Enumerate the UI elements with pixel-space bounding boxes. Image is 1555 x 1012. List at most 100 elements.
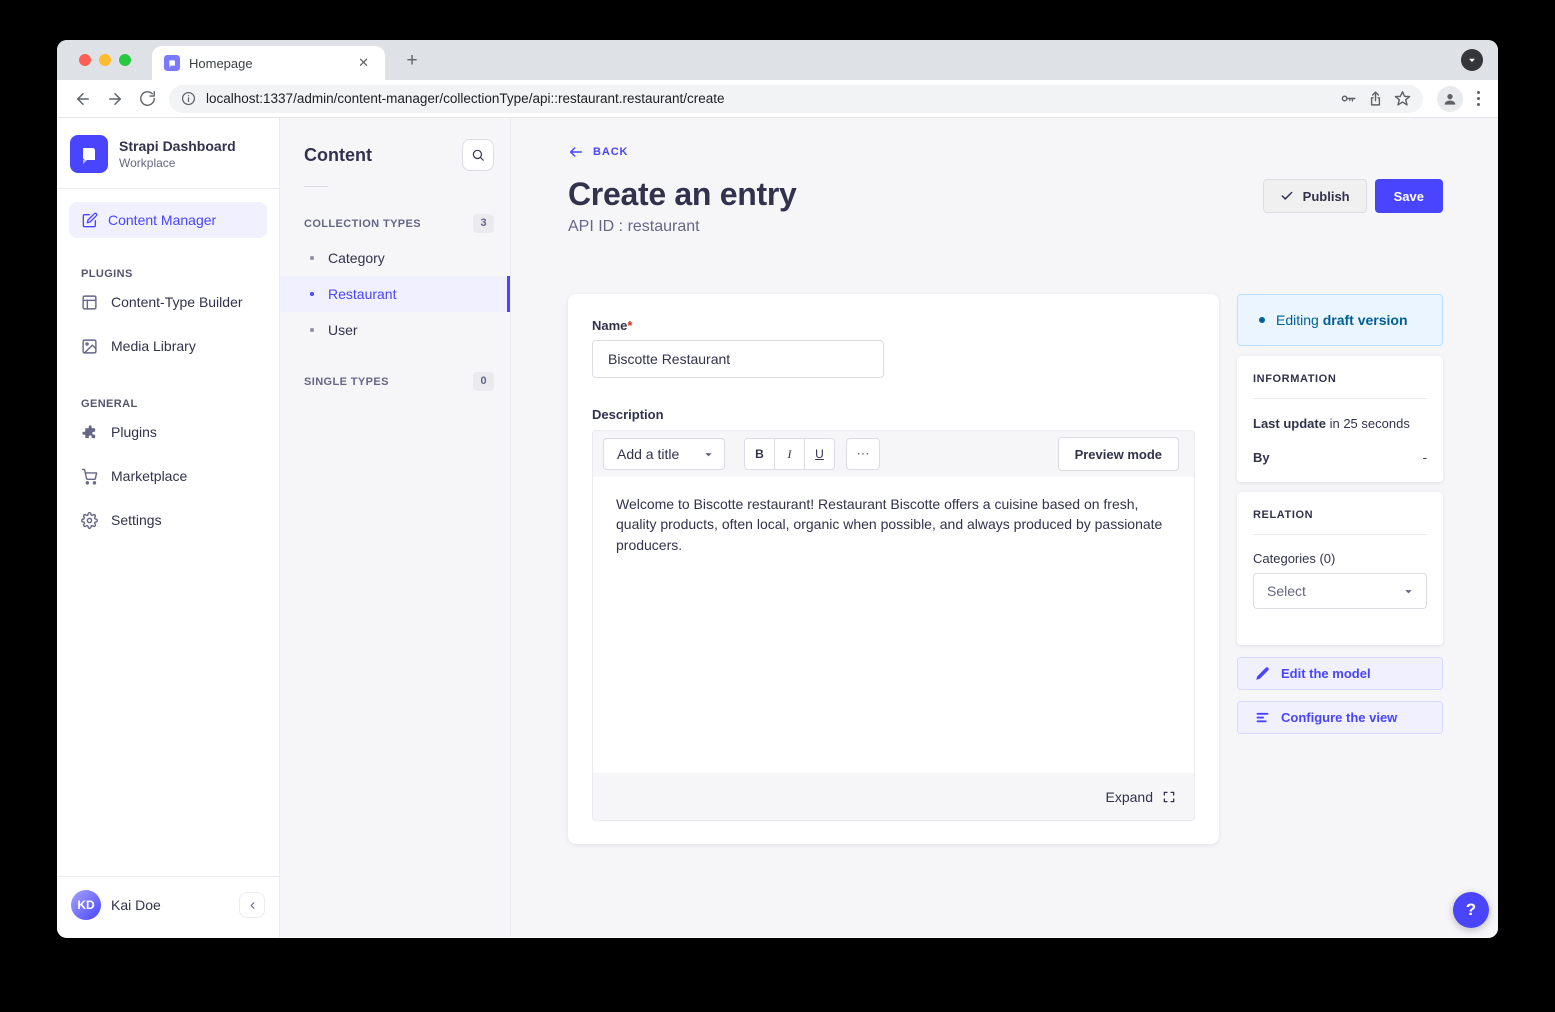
preview-mode-button[interactable]: Preview mode <box>1058 437 1179 471</box>
main-sidebar: Strapi Dashboard Workplace Content Manag… <box>57 118 280 937</box>
strapi-favicon-icon <box>164 55 180 71</box>
browser-profile-avatar[interactable] <box>1437 86 1463 112</box>
forward-nav-button[interactable] <box>101 85 129 113</box>
configure-lines-icon <box>1255 710 1270 725</box>
collection-type-label: Restaurant <box>328 286 396 302</box>
bold-button[interactable]: B <box>744 438 775 470</box>
sidebar-item-label: Plugins <box>111 424 157 440</box>
collapse-sidebar-button[interactable] <box>239 892 265 918</box>
title-style-value: Add a title <box>617 446 679 462</box>
description-textarea[interactable]: Welcome to Biscotte restaurant! Restaura… <box>593 477 1194 773</box>
entry-form-card: Name* Description Add a title B I <box>568 294 1219 844</box>
sidebar-item-content-manager[interactable]: Content Manager <box>69 202 267 238</box>
zoom-window-button[interactable] <box>119 54 131 66</box>
chevron-down-icon <box>1467 55 1477 65</box>
sidebar-item-plugins[interactable]: Plugins <box>57 410 279 454</box>
chevron-down-icon <box>703 449 714 460</box>
browser-update-chip[interactable] <box>1461 49 1483 71</box>
relation-title: RELATION <box>1253 509 1427 521</box>
browser-menu-button[interactable] <box>1469 91 1488 106</box>
configure-view-button[interactable]: Configure the view <box>1237 701 1443 734</box>
search-button[interactable] <box>462 139 494 171</box>
password-key-icon[interactable] <box>1340 90 1357 107</box>
collection-types-header: COLLECTION TYPES 3 <box>280 214 510 233</box>
panel-divider <box>1253 534 1427 535</box>
back-link[interactable]: BACK <box>568 144 628 160</box>
back-nav-button[interactable] <box>69 85 97 113</box>
page-title: Create an entry <box>568 176 797 213</box>
draft-prefix: Editing <box>1276 312 1319 328</box>
layout-icon <box>81 294 98 311</box>
page-info-icon[interactable] <box>181 91 196 106</box>
collection-type-user[interactable]: User <box>280 312 510 348</box>
last-update-row: Last update in 25 seconds <box>1253 416 1427 431</box>
user-avatar[interactable]: KD <box>71 890 101 920</box>
browser-window: Homepage ✕ + localhost:1337/admin/conten… <box>57 40 1498 938</box>
address-bar[interactable]: localhost:1337/admin/content-manager/col… <box>169 85 1423 113</box>
more-formats-button[interactable]: ⋯ <box>846 438 880 470</box>
draft-dot-icon <box>1259 317 1265 323</box>
strapi-logo-icon <box>70 135 108 173</box>
by-label: By <box>1253 450 1270 465</box>
chevron-left-icon <box>247 900 258 911</box>
collection-type-category[interactable]: Category <box>280 240 510 276</box>
save-button[interactable]: Save <box>1375 179 1443 213</box>
sidebar-item-media-library[interactable]: Media Library <box>57 324 279 368</box>
rich-text-editor: Add a title B I U ⋯ Preview mode <box>592 430 1195 821</box>
italic-button[interactable]: I <box>774 438 805 470</box>
browser-tab-homepage[interactable]: Homepage ✕ <box>152 46 385 80</box>
url-text[interactable]: localhost:1337/admin/content-manager/col… <box>206 91 1330 106</box>
sidebar-item-label: Settings <box>111 512 162 528</box>
last-update-value: in 25 seconds <box>1330 416 1410 431</box>
sidebar-item-content-type-builder[interactable]: Content-Type Builder <box>57 280 279 324</box>
window-controls <box>79 54 131 66</box>
description-text: Welcome to Biscotte restaurant! Restaura… <box>616 494 1171 555</box>
categories-field-label: Categories (0) <box>1253 551 1427 566</box>
collection-type-label: User <box>328 322 358 338</box>
share-icon[interactable] <box>1367 90 1384 107</box>
name-input[interactable] <box>592 340 884 378</box>
back-label: BACK <box>593 146 628 158</box>
puzzle-icon <box>81 424 98 441</box>
minimize-window-button[interactable] <box>99 54 111 66</box>
publish-button[interactable]: Publish <box>1263 179 1367 213</box>
close-window-button[interactable] <box>79 54 91 66</box>
workspace-subtitle: Workplace <box>119 156 236 170</box>
sidebar-item-marketplace[interactable]: Marketplace <box>57 454 279 498</box>
workspace-brand[interactable]: Strapi Dashboard Workplace <box>57 118 279 188</box>
required-asterisk: * <box>627 318 632 333</box>
edit-model-button[interactable]: Edit the model <box>1237 657 1443 690</box>
sidebar-user-footer: KD Kai Doe <box>57 876 279 937</box>
shopping-cart-icon <box>81 468 98 485</box>
forward-arrow-icon <box>106 90 124 108</box>
header-actions: Publish Save <box>1263 179 1443 213</box>
collection-types-count-badge: 3 <box>473 214 494 233</box>
content-sub-sidebar: Content COLLECTION TYPES 3 Category Rest… <box>280 118 511 937</box>
sidebar-item-label: Content Manager <box>108 212 216 228</box>
single-types-header: SINGLE TYPES 0 <box>280 372 510 391</box>
strapi-app: Strapi Dashboard Workplace Content Manag… <box>57 118 1498 937</box>
workspace-title: Strapi Dashboard <box>119 138 236 154</box>
panel-divider <box>1253 398 1427 399</box>
format-button-group: B I U <box>744 438 835 470</box>
browser-tab-strip: Homepage ✕ + <box>57 40 1498 80</box>
help-button[interactable]: ? <box>1453 892 1489 928</box>
expand-editor-button[interactable]: Expand <box>593 773 1194 820</box>
collection-type-label: Category <box>328 250 385 266</box>
collection-type-restaurant[interactable]: Restaurant <box>280 276 510 312</box>
information-panel: INFORMATION Last update in 25 seconds By… <box>1237 356 1443 482</box>
back-arrow-icon <box>74 90 92 108</box>
name-label-text: Name <box>592 318 627 333</box>
title-style-select[interactable]: Add a title <box>603 438 725 470</box>
reload-button[interactable] <box>133 85 161 113</box>
sidebar-item-settings[interactable]: Settings <box>57 498 279 542</box>
configure-view-label: Configure the view <box>1281 710 1397 725</box>
categories-select[interactable]: Select <box>1253 573 1427 609</box>
new-tab-button[interactable]: + <box>399 48 425 74</box>
tab-title: Homepage <box>189 56 354 71</box>
underline-button[interactable]: U <box>804 438 835 470</box>
bookmark-star-icon[interactable] <box>1394 90 1411 107</box>
sidebar-item-label: Content-Type Builder <box>111 294 243 310</box>
api-id-subtitle: API ID : restaurant <box>568 218 1443 236</box>
close-tab-icon[interactable]: ✕ <box>354 53 373 73</box>
